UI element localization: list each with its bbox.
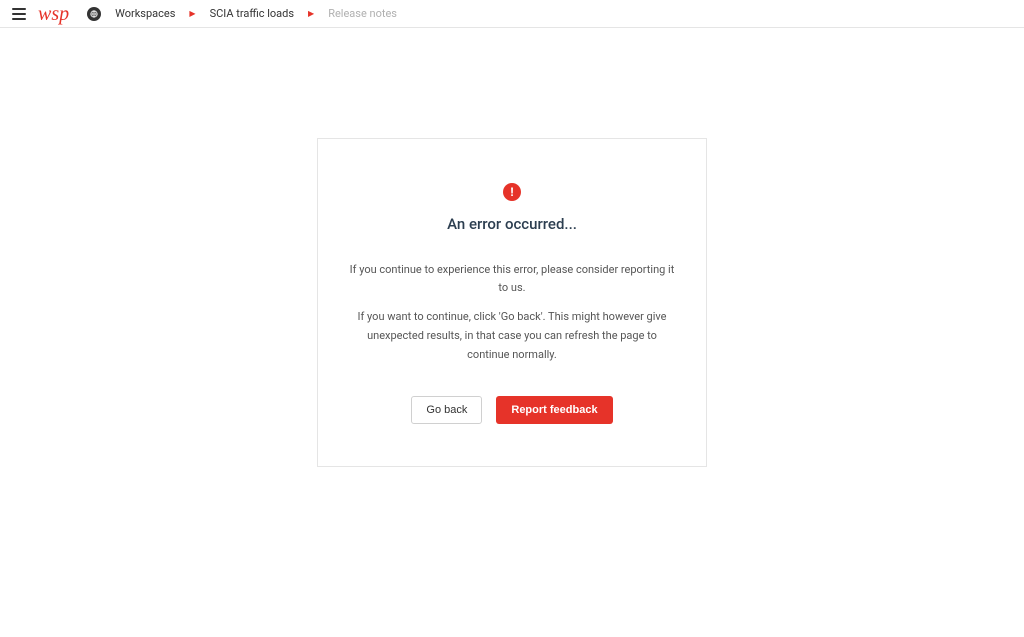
main-content: ! An error occurred... If you continue t… [0,28,1024,637]
error-title: An error occurred... [348,215,676,233]
breadcrumb-workspaces[interactable]: Workspaces [115,7,175,20]
report-feedback-button[interactable]: Report feedback [496,396,612,424]
error-card: ! An error occurred... If you continue t… [317,138,707,467]
error-message-1: If you continue to experience this error… [348,261,676,298]
breadcrumb-release-notes: Release notes [328,7,397,20]
wsp-logo[interactable]: wsp [38,4,69,24]
chevron-right-icon: ▶ [189,9,195,18]
breadcrumb: Workspaces ▶ SCIA traffic loads ▶ Releas… [87,7,397,21]
error-actions: Go back Report feedback [348,396,676,424]
go-back-button[interactable]: Go back [411,396,482,424]
top-header: wsp Workspaces ▶ SCIA traffic loads ▶ Re… [0,0,1024,28]
chevron-right-icon: ▶ [308,9,314,18]
error-message-2: If you want to continue, click 'Go back'… [348,308,676,364]
error-icon: ! [503,183,521,201]
hamburger-menu-icon[interactable] [12,6,28,22]
breadcrumb-scia-traffic-loads[interactable]: SCIA traffic loads [210,7,294,20]
globe-icon [87,7,101,21]
